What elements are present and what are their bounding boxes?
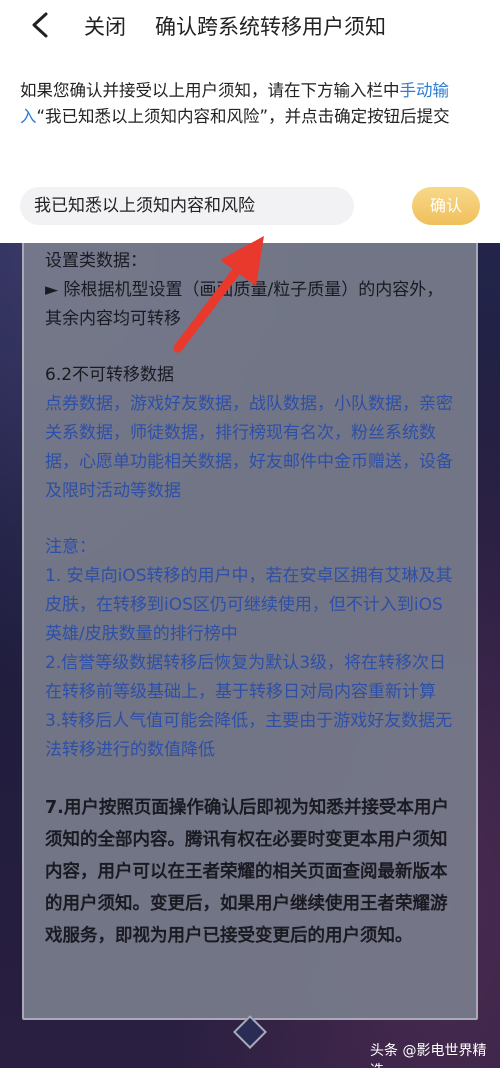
back-arrow-icon[interactable]: [28, 10, 52, 40]
notice-item-2: 2.信誉等级数据转移后恢复为默认3级，将在转移次日在转移前等级基础上，基于转移日…: [45, 653, 447, 702]
section-6-2-body: 点券数据，游戏好友数据，战队数据，小队数据，亲密关系数据，师徒数据，排行榜现有名…: [45, 394, 453, 501]
confirmation-input[interactable]: 我已知悉以上须知内容和风险: [20, 187, 354, 225]
section-6-2-heading: 6.2不可转移数据: [45, 365, 175, 385]
instruction-text: 如果您确认并接受以上用户须知，请在下方输入栏中手动输入“我已知悉以上须知内容和风…: [20, 78, 480, 130]
section-7: 7.用户按照页面操作确认后即视为知悉并接受本用户须知的全部内容。腾讯有权在必要时…: [45, 798, 449, 946]
watermark: 头条 @影电世界精选: [370, 1043, 487, 1068]
notice-item-1: 1. 安卓向iOS转移的用户中，若在安卓区拥有艾琳及其皮肤，在转移到iOS区仍可…: [45, 566, 453, 644]
notice-heading: 注意：: [45, 537, 96, 557]
notice-item-3: 3.转移后人气值可能会降低，主要由于游戏好友数据无法转移进行的数值降低: [45, 711, 453, 760]
confirm-sheet: 关闭 确认跨系统转移用户须知 如果您确认并接受以上用户须知，请在下方输入栏中手动…: [0, 0, 500, 243]
instruction-part-2: “我已知悉以上须知内容和风险”，并点击确定按钮后提交: [36, 107, 450, 126]
notice-section: 注意： 1. 安卓向iOS转移的用户中，若在安卓区拥有艾琳及其皮肤，在转移到iO…: [45, 533, 455, 765]
confirm-button[interactable]: 确认: [412, 187, 480, 225]
red-arrow-icon: [173, 236, 264, 353]
header-bar: 关闭 确认跨系统转移用户须知: [0, 0, 500, 52]
close-button[interactable]: 关闭: [84, 11, 126, 41]
page-title: 确认跨系统转移用户须知: [155, 15, 386, 39]
instruction-part-1: 如果您确认并接受以上用户须知，请在下方输入栏中: [20, 81, 400, 100]
section-6-2: 6.2不可转移数据 点券数据，游戏好友数据，战队数据，小队数据，亲密关系数据，师…: [45, 361, 455, 506]
